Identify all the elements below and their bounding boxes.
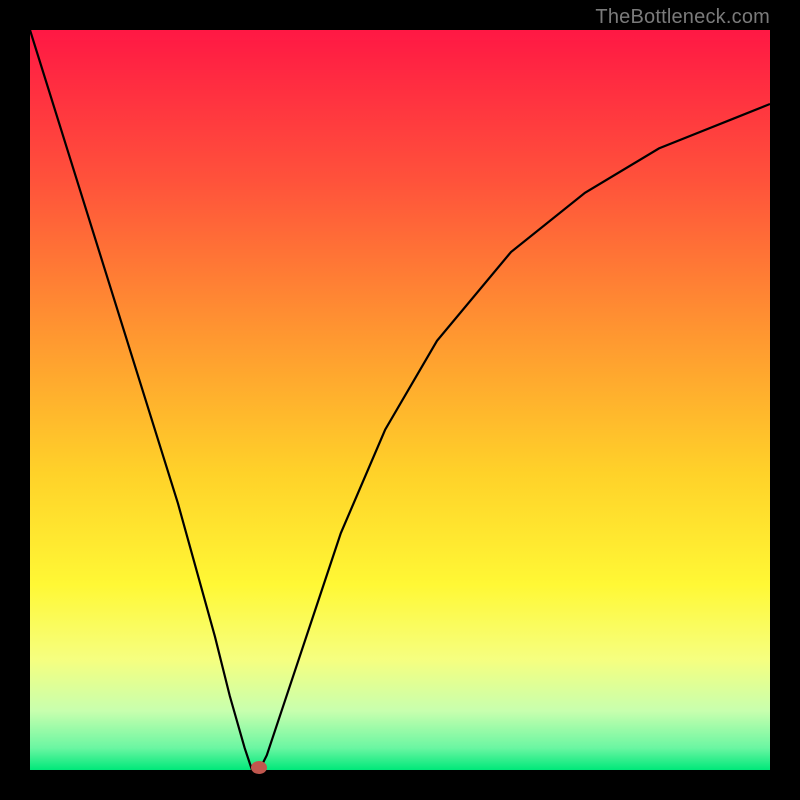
watermark-text: TheBottleneck.com — [595, 6, 770, 29]
chart-plot-area — [30, 30, 770, 770]
curve-line — [30, 30, 770, 770]
minimum-marker-dot — [251, 761, 267, 774]
